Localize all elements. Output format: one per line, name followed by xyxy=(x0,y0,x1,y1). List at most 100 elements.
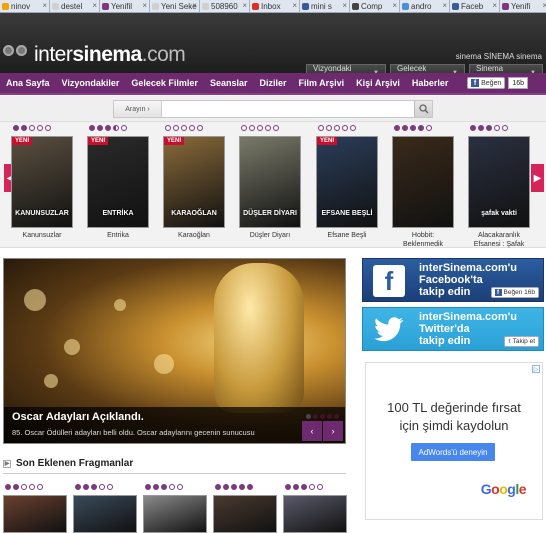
facebook-follow-box[interactable]: f interSinema.com'u Facebook'ta takip edin… xyxy=(362,258,544,302)
nav-item-kisi-arsivi[interactable]: Kişi Arşivi xyxy=(350,78,406,88)
browser-tab[interactable]: andro × xyxy=(400,0,450,12)
movie-title[interactable]: Efsane Beşli xyxy=(316,231,378,240)
rating-dot xyxy=(350,125,356,131)
trailer-card[interactable] xyxy=(143,484,207,533)
trailer-thumbnail[interactable] xyxy=(3,495,67,533)
tab-close-icon[interactable]: × xyxy=(242,1,247,10)
trailer-card[interactable] xyxy=(213,484,277,533)
movie-card[interactable]: Hobbit: Beklenmedik xyxy=(392,125,460,249)
new-badge: YENİ xyxy=(164,137,185,145)
search-scope-dropdown[interactable]: Arayın › xyxy=(114,101,162,117)
tab-close-icon[interactable]: × xyxy=(142,1,147,10)
movie-title[interactable]: Karaoğlan xyxy=(163,231,225,240)
movie-card[interactable]: YENİ EFSANE BEŞLİ Efsane Beşli xyxy=(316,125,384,240)
tab-close-icon[interactable]: × xyxy=(292,1,297,10)
tab-close-icon[interactable]: × xyxy=(442,1,447,10)
nav-item-ana-sayfa[interactable]: Ana Sayfa xyxy=(0,78,56,88)
browser-tab[interactable]: Faceb × xyxy=(450,0,500,12)
feature-nav: ‹ › xyxy=(302,421,343,441)
site-logo[interactable]: intersinema.com xyxy=(3,43,186,67)
tab-close-icon[interactable]: × xyxy=(542,1,546,10)
nav-item-vizyondakiler[interactable]: Vizyondakiler xyxy=(56,78,126,88)
poster-title: KARAOĞLAN xyxy=(171,210,217,217)
nav-item-film-arsivi[interactable]: Film Arşivi xyxy=(292,78,350,88)
tab-close-icon[interactable]: × xyxy=(392,1,397,10)
rating-dots xyxy=(145,484,207,492)
feature-next-button[interactable]: › xyxy=(323,421,343,441)
browser-tab[interactable]: destel × xyxy=(50,0,100,12)
trailer-card[interactable] xyxy=(73,484,137,533)
trailer-thumbnail[interactable] xyxy=(213,495,277,533)
trailer-thumbnail[interactable] xyxy=(143,495,207,533)
browser-tab[interactable]: Inbox × xyxy=(250,0,300,12)
google-adwords-ad[interactable]: ▷ 100 TL değerinde fırsat için şimdi kayd… xyxy=(365,362,543,520)
browser-tab[interactable]: Yenifi × xyxy=(500,0,546,12)
movie-card[interactable]: YENİ ENTRİKA Entrika xyxy=(87,125,155,240)
movie-card[interactable]: YENİ KARAOĞLAN Karaoğlan xyxy=(163,125,231,240)
nav-item-seanslar[interactable]: Seanslar xyxy=(204,78,254,88)
movie-title[interactable]: Hobbit: Beklenmedik xyxy=(392,231,454,249)
rating-dot xyxy=(478,125,484,131)
movie-card[interactable]: DÜŞLER DİYARI Düşler Diyarı xyxy=(239,125,307,240)
brand-link[interactable]: sinema SİNEMA sinema xyxy=(456,52,542,61)
tab-close-icon[interactable]: × xyxy=(492,1,497,10)
browser-tab[interactable]: ninov × xyxy=(0,0,50,12)
like-count: 16b xyxy=(508,77,528,89)
movie-title[interactable]: Entrika xyxy=(87,231,149,240)
movie-poster[interactable]: YENİ ENTRİKA xyxy=(87,136,149,228)
rating-dot xyxy=(334,125,340,131)
facebook-like-button[interactable]: f Beğen 16b xyxy=(490,287,539,298)
movie-poster[interactable] xyxy=(392,136,454,228)
tab-close-icon[interactable]: × xyxy=(42,1,47,10)
movie-poster[interactable]: YENİ KARAOĞLAN xyxy=(163,136,225,228)
rating-dot xyxy=(231,484,237,490)
rating-dots xyxy=(241,125,307,133)
movie-title[interactable]: Düşler Diyarı xyxy=(239,231,301,240)
nav-item-diziler[interactable]: Diziler xyxy=(253,78,292,88)
tab-favicon-icon xyxy=(152,3,159,10)
search-input[interactable] xyxy=(162,101,414,117)
tab-close-icon[interactable]: × xyxy=(342,1,347,10)
rating-dots xyxy=(5,484,67,492)
movie-card[interactable]: şafak vakti Alacakaranlık Efsanesi : Şafa… xyxy=(468,125,536,249)
browser-tab[interactable]: mini s × xyxy=(300,0,350,12)
movie-poster[interactable]: şafak vakti xyxy=(468,136,530,228)
twitter-follow-box[interactable]: interSinema.com'u Twitter'da takip edin tT… xyxy=(362,307,544,351)
trailer-thumbnail[interactable] xyxy=(283,495,347,533)
feature-title[interactable]: Oscar Adayları Açıklandı. xyxy=(12,411,144,423)
search-button[interactable] xyxy=(414,101,432,117)
trailer-thumbnail[interactable] xyxy=(73,495,137,533)
featured-news-slider[interactable]: Oscar Adayları Açıklandı. 85. Oscar Ödül… xyxy=(3,258,346,444)
trailer-card[interactable] xyxy=(283,484,347,533)
bokeh-light xyxy=(114,299,126,311)
oscar-statue-image xyxy=(214,263,304,413)
trailer-card[interactable] xyxy=(3,484,67,533)
nav-item-haberler[interactable]: Haberler xyxy=(406,78,455,88)
feature-prev-button[interactable]: ‹ xyxy=(302,421,322,441)
rating-dot xyxy=(21,484,27,490)
browser-tab[interactable]: 508960 × xyxy=(200,0,250,12)
tab-close-icon[interactable]: × xyxy=(92,1,97,10)
browser-tab[interactable]: Yeni Seke × xyxy=(150,0,200,12)
ad-info-icon[interactable]: ▷ xyxy=(532,365,540,373)
tab-close-icon[interactable]: × xyxy=(192,1,197,10)
rating-dot xyxy=(121,125,127,131)
rating-dots xyxy=(318,125,384,133)
movie-poster[interactable]: YENİ KANUNSUZLAR xyxy=(11,136,73,228)
rating-dots xyxy=(285,484,347,492)
nav-item-gelecek-filmler[interactable]: Gelecek Filmler xyxy=(125,78,204,88)
ad-cta-button[interactable]: AdWords'ü deneyin xyxy=(411,443,495,461)
movie-card[interactable]: YENİ KANUNSUZLAR Kanunsuzlar xyxy=(11,125,79,240)
movie-poster[interactable]: DÜŞLER DİYARI xyxy=(239,136,301,228)
movie-title[interactable]: Kanunsuzlar xyxy=(11,231,73,240)
facebook-like-button[interactable]: f Beğen xyxy=(467,77,506,89)
movie-title[interactable]: Alacakaranlık Efsanesi : Şafak xyxy=(468,231,530,249)
rating-dot xyxy=(239,484,245,490)
movie-poster[interactable]: YENİ EFSANE BEŞLİ xyxy=(316,136,378,228)
rating-dot xyxy=(37,484,43,490)
like-label: Beğen xyxy=(481,79,502,87)
browser-tab[interactable]: Yenifil × xyxy=(100,0,150,12)
twitter-follow-button[interactable]: t Takip et xyxy=(504,336,539,347)
tab-label: Yenifi xyxy=(511,2,531,11)
browser-tab[interactable]: Comp × xyxy=(350,0,400,12)
